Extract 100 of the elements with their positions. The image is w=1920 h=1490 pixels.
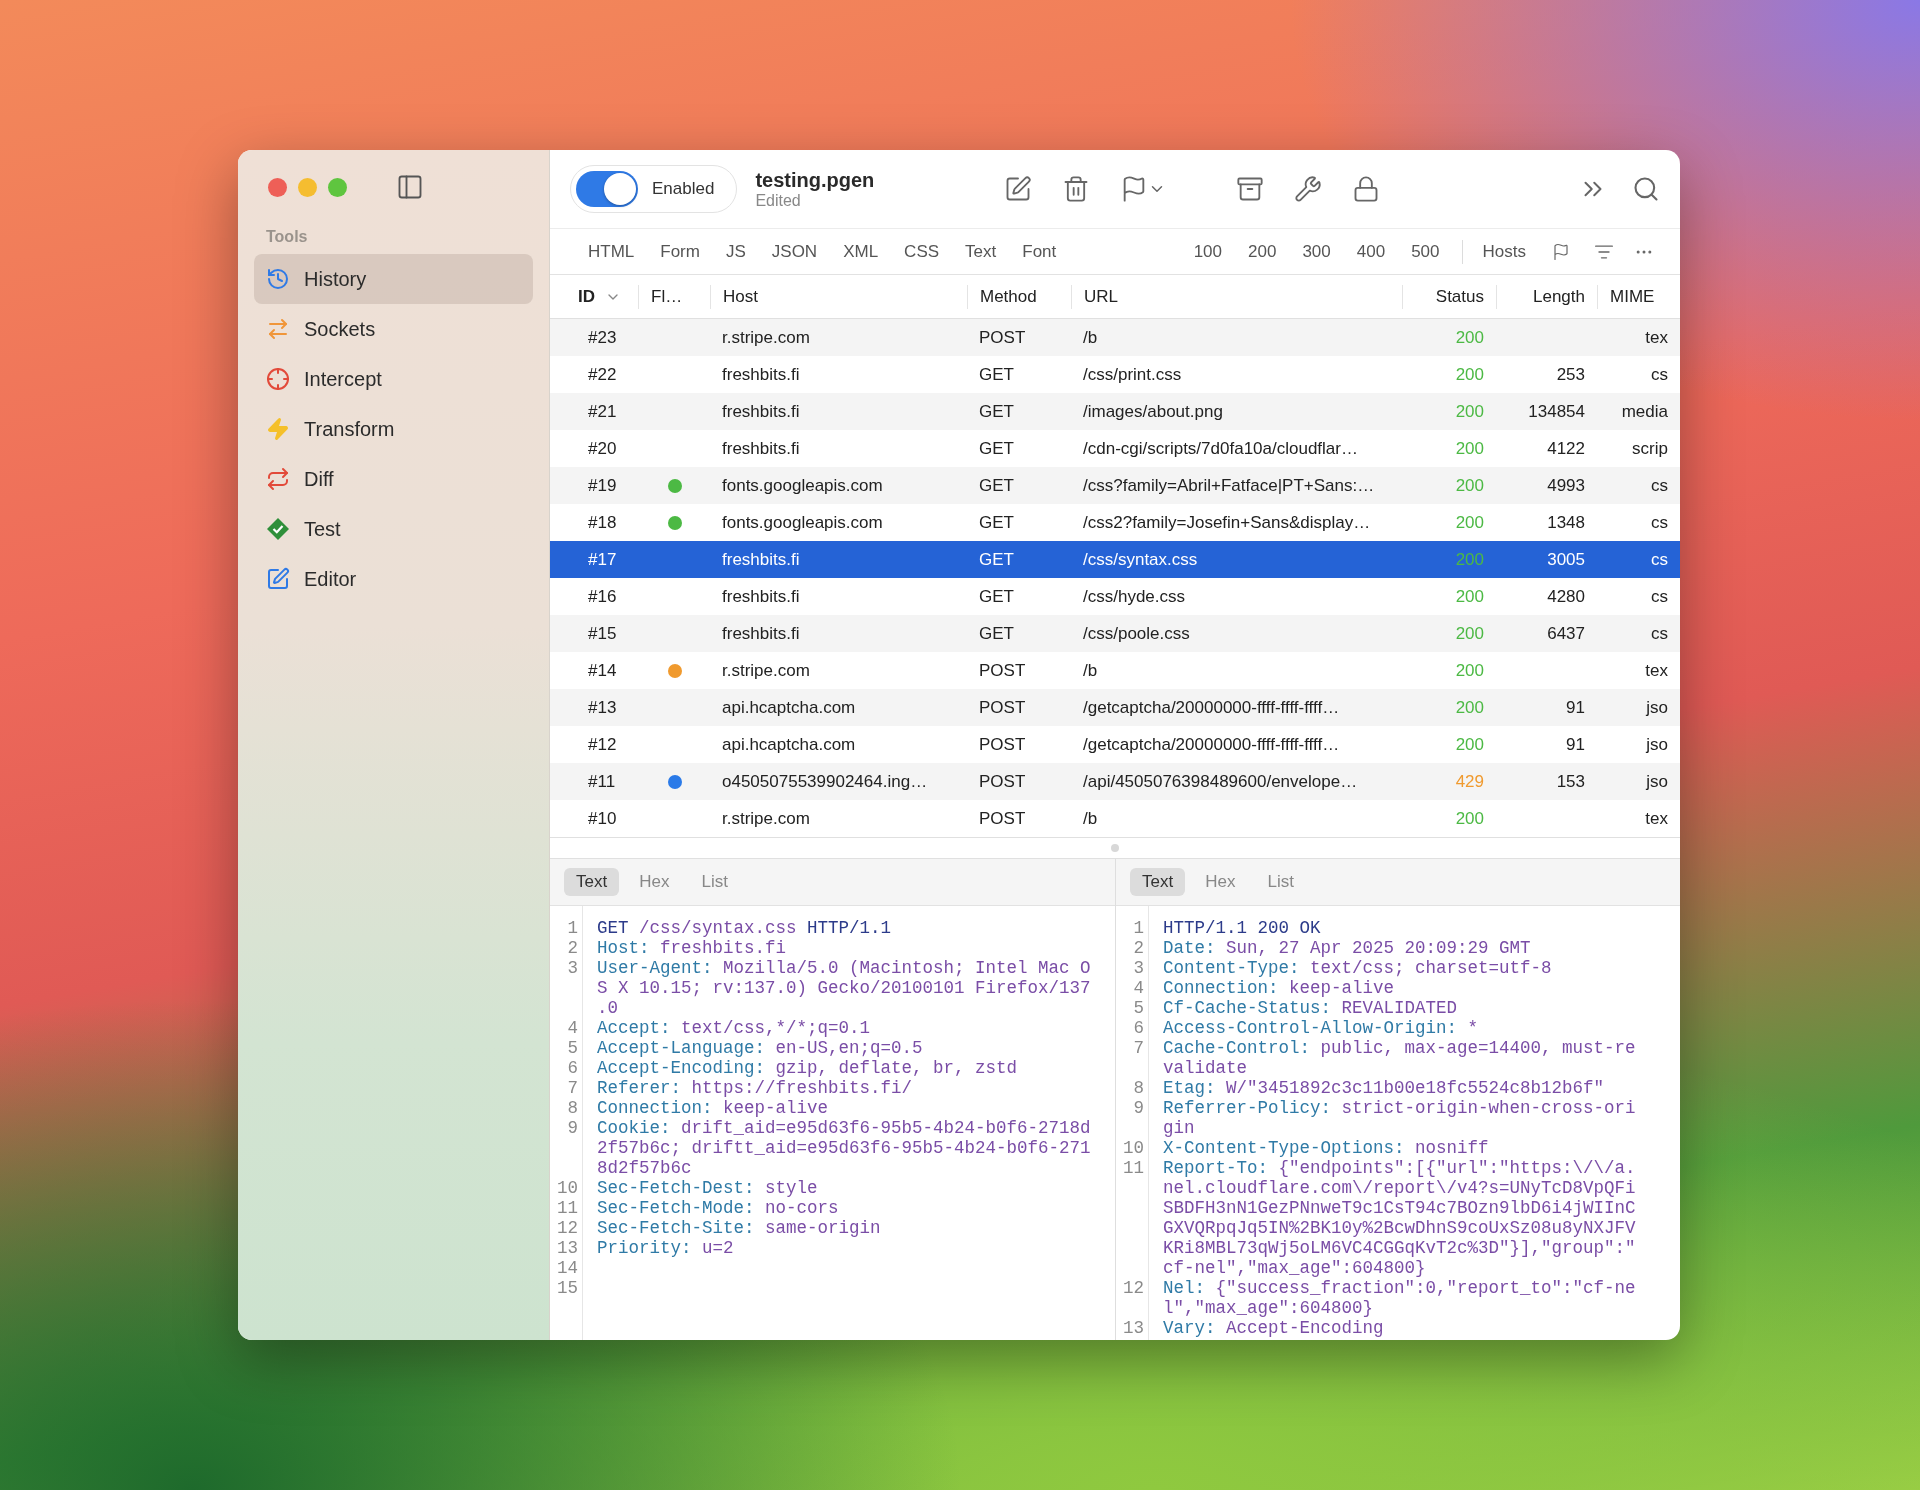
filter-button[interactable]: 500: [1399, 241, 1454, 262]
filter-button[interactable]: 300: [1290, 241, 1345, 262]
search-icon[interactable]: [1632, 175, 1660, 203]
sidebar-item-label: Editor: [304, 567, 357, 591]
table-cell-text: 3005: [1546, 549, 1586, 570]
sidebar-item[interactable]: Transform: [254, 404, 533, 454]
code-line: Sec-Fetch-Site: same-origin: [597, 1218, 882, 1238]
compose-icon[interactable]: [1004, 175, 1033, 203]
filter-button[interactable]: Hosts: [1470, 241, 1540, 262]
wrench-icon[interactable]: [1294, 175, 1323, 203]
code-line: Priority: u=2: [597, 1238, 735, 1258]
line-number: 11: [1122, 1158, 1145, 1180]
table-cell-text: #21: [587, 401, 618, 422]
table-cell-text: /api/4505076398489600/envelope…: [1082, 771, 1359, 792]
table-cell-text: api.hcaptcha.com: [721, 697, 857, 718]
column-header[interactable]: ID: [550, 284, 638, 309]
line-number: 10: [556, 1178, 579, 1198]
archive-icon[interactable]: [1236, 175, 1265, 203]
column-header[interactable]: Method: [967, 284, 1071, 309]
line-number: 10: [1122, 1138, 1145, 1158]
table-cell-text: 200: [1454, 512, 1485, 533]
sidebar-item[interactable]: Editor: [254, 554, 533, 604]
sidebar-item[interactable]: History: [254, 254, 533, 304]
crosshair-icon: [266, 367, 290, 391]
table-cell-text: GET: [978, 364, 1015, 385]
line-number: 7: [1132, 1038, 1145, 1060]
code-line: Cf-Cache-Status: REVALIDATED: [1163, 998, 1459, 1018]
code-line: Content-Type: text/css; charset=utf-8: [1163, 958, 1553, 978]
table-cell-text: cs: [1650, 586, 1669, 607]
table-row[interactable]: #19 fonts.googleapis.com GET /css?family=Abril+Fatface|PT+Sans:… 200 4993 cs: [550, 467, 1680, 504]
table-cell-text: 200: [1454, 438, 1485, 459]
column-header[interactable]: Host: [710, 284, 967, 309]
table-cell-text: GET: [978, 623, 1015, 644]
sidebar-item[interactable]: Test: [254, 504, 533, 554]
toggle-label: Enabled: [652, 179, 715, 199]
split-handle[interactable]: [1111, 844, 1119, 852]
column-header[interactable]: MIME: [1597, 284, 1680, 309]
section-heading: Tools: [266, 228, 309, 246]
view-tab[interactable]: Text: [1130, 868, 1186, 896]
table-cell-text: o4505075539902464.ing…: [721, 771, 929, 792]
table-cell-text: 200: [1454, 623, 1485, 644]
sidebar-item[interactable]: Sockets: [254, 304, 533, 354]
table-row[interactable]: #23 r.stripe.com POST /b 200 tex: [550, 319, 1680, 356]
line-number: 13: [1122, 1318, 1145, 1338]
sidebar-toggle-icon[interactable]: [396, 173, 424, 201]
table-cell-text: /getcaptcha/20000000-ffff-ffff-ffff…: [1082, 697, 1341, 718]
close-button[interactable]: [268, 177, 287, 197]
sidebar-item[interactable]: Intercept: [254, 354, 533, 404]
table-row[interactable]: #13 api.hcaptcha.com POST /getcaptcha/20000000-ffff-ffff-ffff… 200 91 jso: [550, 689, 1680, 726]
filter-button[interactable]: 200: [1236, 241, 1291, 262]
filter-button[interactable]: Font: [1010, 241, 1071, 262]
line-number: 9: [566, 1118, 579, 1140]
toggle-switch[interactable]: [576, 171, 638, 207]
column-header[interactable]: Fl…: [638, 284, 710, 309]
table-cell-text: /css/syntax.css: [1082, 549, 1199, 570]
table-row[interactable]: #15 freshbits.fi GET /css/poole.css 200 6437 cs: [550, 615, 1680, 652]
filter-button[interactable]: Text: [953, 241, 1011, 262]
filter-button[interactable]: JSON: [759, 241, 832, 262]
filter-button[interactable]: 400: [1344, 241, 1400, 262]
clock-icon: [266, 267, 290, 291]
column-header[interactable]: URL: [1071, 284, 1402, 309]
table-cell-text: 4993: [1546, 475, 1586, 496]
table-cell-text: /css/hyde.css: [1082, 586, 1187, 607]
filter-button[interactable]: CSS: [892, 241, 954, 262]
column-header[interactable]: Status: [1402, 284, 1496, 309]
column-header-label: ID: [578, 286, 595, 307]
line-number: 3: [1132, 958, 1145, 978]
filter-button[interactable]: Form: [648, 241, 714, 262]
table-cell-text: freshbits.fi: [721, 586, 801, 607]
table-row[interactable]: #11 o4505075539902464.ing… POST /api/4505076398489600/envelope… 429 153 jso: [550, 763, 1680, 800]
table-cell-text: r.stripe.com: [721, 808, 811, 829]
code-line: Access-Control-Allow-Origin: *: [1163, 1018, 1480, 1038]
filter-button[interactable]: JS: [713, 241, 760, 262]
line-number: 14: [556, 1258, 579, 1278]
table-row[interactable]: #17 freshbits.fi GET /css/syntax.css 200 3005 cs: [550, 541, 1680, 578]
filter-button[interactable]: 100: [1181, 241, 1237, 262]
line-number: 6: [566, 1058, 579, 1078]
table-cell-text: 4122: [1546, 438, 1586, 459]
line-number: 6: [1132, 1018, 1145, 1038]
table-cell-text: tex: [1644, 808, 1669, 829]
table-row[interactable]: #21 freshbits.fi GET /images/about.png 200 134854 media: [550, 393, 1680, 430]
table-cell-text: /css/poole.css: [1082, 623, 1191, 644]
line-number: 7: [566, 1078, 579, 1098]
table-cell-text: #23: [587, 327, 618, 348]
table-cell-text: #16: [587, 586, 618, 607]
table-cell-text: GET: [978, 401, 1015, 422]
filter-button[interactable]: HTML: [576, 241, 649, 262]
filter-button[interactable]: XML: [831, 241, 893, 262]
flag-icon[interactable]: [1552, 242, 1570, 261]
table-cell-text: cs: [1650, 364, 1669, 385]
view-tab[interactable]: Text: [564, 868, 620, 896]
column-header[interactable]: Length: [1496, 284, 1597, 309]
sidebar-item[interactable]: Diff: [254, 454, 533, 504]
code-line: Referer: https://freshbits.fi/: [597, 1078, 914, 1098]
line-number: 1: [1132, 918, 1145, 938]
table-cell-text: GET: [978, 586, 1015, 607]
line-number: 4: [1132, 978, 1145, 998]
table-cell-text: #20: [587, 438, 618, 459]
code-line: Host: freshbits.fi: [597, 938, 788, 958]
table-cell-text: #22: [587, 364, 618, 385]
